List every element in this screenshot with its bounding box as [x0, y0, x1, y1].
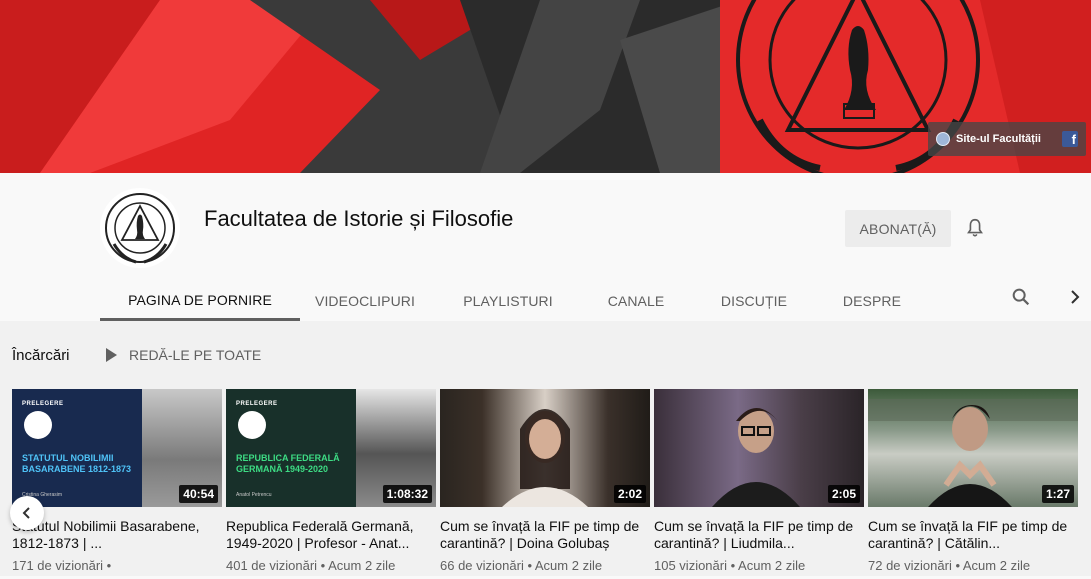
video-card[interactable]: 1:27 Cum se învață la FIF pe timp de car…: [868, 389, 1078, 573]
seal-icon: [24, 411, 52, 439]
play-all-button[interactable]: REDĂ-LE PE TOATE: [106, 347, 261, 363]
banner-links[interactable]: Site-ul Facultății f: [928, 122, 1086, 156]
shelf-prev-button[interactable]: [10, 496, 44, 530]
video-title[interactable]: Republica Federală Germană, 1949-2020 | …: [226, 518, 436, 552]
video-thumbnail[interactable]: 2:05: [654, 389, 864, 507]
video-thumbnail[interactable]: PRELEGERE REPUBLICA FEDERALĂ GERMANĂ 194…: [226, 389, 436, 507]
play-icon: [106, 348, 117, 362]
thumb-title-panel: PRELEGERE REPUBLICA FEDERALĂ GERMANĂ 194…: [226, 389, 356, 507]
channel-banner: Site-ul Facultății f: [0, 0, 1091, 173]
tab-about[interactable]: DESPRE: [832, 281, 912, 321]
tab-home[interactable]: PAGINA DE PORNIRE: [100, 281, 300, 321]
video-meta: 66 de vizionări • Acum 2 zile: [440, 558, 603, 573]
video-shelf: PRELEGERE STATUTUL NOBILIMII BASARABENE …: [10, 389, 1082, 579]
video-card[interactable]: 2:05 Cum se învață la FIF pe timp de car…: [654, 389, 864, 573]
video-meta: 401 de vizionări • Acum 2 zile: [226, 558, 396, 573]
video-duration: 1:27: [1041, 485, 1074, 503]
thumb-headline: STATUTUL NOBILIMII BASARABENE 1812-1873: [22, 453, 132, 474]
video-thumbnail[interactable]: 1:27: [868, 389, 1078, 507]
seal-icon: [238, 411, 266, 439]
thumb-headline: REPUBLICA FEDERALĂ GERMANĂ 1949-2020: [236, 453, 340, 474]
thumb-label: PRELEGERE: [236, 401, 278, 407]
tab-channels[interactable]: CANALE: [586, 281, 686, 321]
search-icon[interactable]: [1010, 286, 1032, 308]
globe-icon: [936, 132, 950, 146]
channel-tabs: PAGINA DE PORNIRE VIDEOCLIPURI PLAYLISTU…: [100, 281, 912, 321]
thumb-label: PRELEGERE: [22, 401, 64, 407]
video-card[interactable]: PRELEGERE REPUBLICA FEDERALĂ GERMANĂ 194…: [226, 389, 436, 573]
tab-playlists[interactable]: PLAYLISTURI: [438, 281, 578, 321]
channel-avatar[interactable]: [100, 188, 180, 268]
video-duration: 2:05: [827, 485, 860, 503]
bell-icon[interactable]: [964, 217, 986, 239]
channel-header: Facultatea de Istorie și Filosofie ABONA…: [0, 173, 1091, 321]
thumb-author: Anatol Petrencu: [236, 492, 272, 498]
video-thumbnail[interactable]: PRELEGERE STATUTUL NOBILIMII BASARABENE …: [12, 389, 222, 507]
tab-videos[interactable]: VIDEOCLIPURI: [300, 281, 430, 321]
video-title[interactable]: Cum se învață la FIF pe timp de carantin…: [654, 518, 864, 552]
video-duration: 40:54: [179, 485, 218, 503]
video-card[interactable]: 2:02 Cum se învață la FIF pe timp de car…: [440, 389, 650, 573]
video-duration: 1:08:32: [382, 485, 432, 503]
video-meta: 171 de vizionări •: [12, 558, 112, 573]
video-title[interactable]: Cum se învață la FIF pe timp de carantin…: [868, 518, 1078, 552]
video-card[interactable]: PRELEGERE STATUTUL NOBILIMII BASARABENE …: [12, 389, 222, 573]
video-meta: 105 vizionări • Acum 2 zile: [654, 558, 806, 573]
video-thumbnail[interactable]: 2:02: [440, 389, 650, 507]
channel-name: Facultatea de Istorie și Filosofie: [204, 206, 514, 231]
chevron-left-icon: [22, 507, 30, 519]
video-meta: 72 de vizionări • Acum 2 zile: [868, 558, 1031, 573]
home-content: Încărcări REDĂ-LE PE TOATE PRELEGERE STA…: [0, 321, 1091, 576]
thumb-title-panel: PRELEGERE STATUTUL NOBILIMII BASARABENE …: [12, 389, 142, 507]
chevron-right-icon[interactable]: [1066, 287, 1084, 307]
play-all-label: REDĂ-LE PE TOATE: [129, 347, 262, 363]
video-title[interactable]: Cum se învață la FIF pe timp de carantin…: [440, 518, 650, 552]
subscribe-button[interactable]: ABONAT(Ă): [845, 210, 951, 247]
site-link-label[interactable]: Site-ul Facultății: [956, 133, 1056, 145]
seal-logo: [105, 193, 175, 264]
video-duration: 2:02: [613, 485, 646, 503]
video-title[interactable]: Statutul Nobilimii Basarabene, 1812-1873…: [12, 518, 222, 552]
shelf-title[interactable]: Încărcări: [12, 347, 70, 364]
facebook-icon[interactable]: f: [1062, 131, 1078, 147]
tab-discussion[interactable]: DISCUȚIE: [704, 281, 804, 321]
